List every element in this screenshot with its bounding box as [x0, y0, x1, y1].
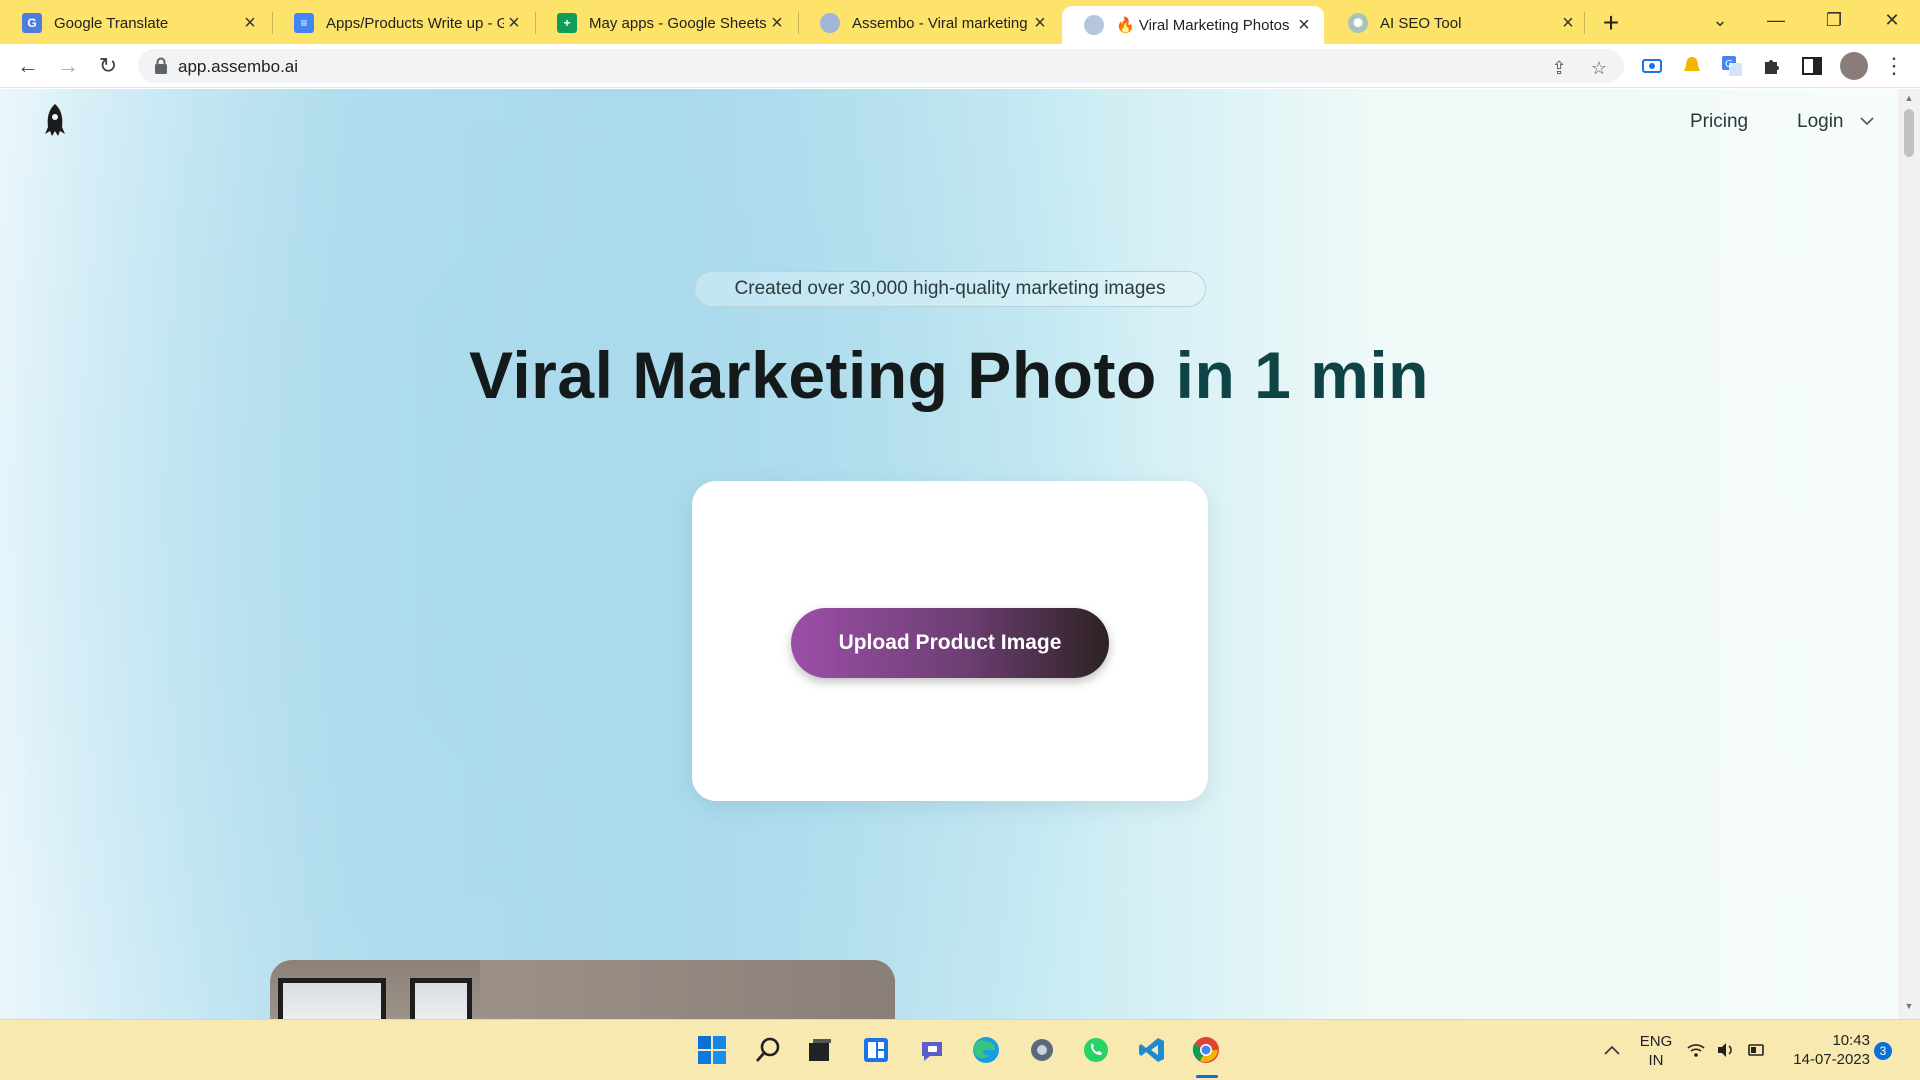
window-frame [410, 978, 472, 1019]
chrome-icon[interactable] [1190, 1034, 1222, 1066]
share-icon[interactable]: ⇪ [1548, 57, 1570, 79]
search-icon[interactable] [752, 1034, 784, 1066]
page-headline: Viral Marketing Photo in 1 min [0, 337, 1898, 413]
side-panel-icon[interactable] [1800, 54, 1824, 78]
extensions-puzzle-icon[interactable] [1760, 54, 1784, 78]
address-bar[interactable]: app.assembo.ai ⇪ ☆ [138, 49, 1624, 83]
back-arrow-icon[interactable]: ← [14, 52, 42, 80]
google-docs-icon: ≡ [294, 13, 314, 33]
vscode-icon[interactable] [1136, 1034, 1168, 1066]
tab-label: May apps - Google Sheets [589, 14, 767, 32]
screen-capture-extension-icon[interactable] [1640, 54, 1664, 78]
svg-text:G: G [1725, 59, 1733, 70]
browser-toolbar: ← → ↻ app.assembo.ai ⇪ ☆ G ⋮ [0, 44, 1920, 88]
url-text[interactable]: app.assembo.ai [178, 57, 298, 77]
profile-avatar[interactable] [1840, 52, 1868, 80]
tab-may-apps-google-sheets[interactable]: + May apps - Google Sheets × [535, 6, 797, 40]
clock-date: 14-07-2023 [1793, 1051, 1870, 1068]
close-icon[interactable]: × [1030, 12, 1050, 34]
headline-main: Viral Marketing Photo [469, 338, 1157, 412]
close-icon[interactable]: × [240, 12, 260, 34]
assembo-icon [1084, 15, 1104, 35]
close-icon[interactable]: × [504, 12, 524, 34]
page-scrollbar[interactable]: ▲ ▼ [1898, 89, 1920, 1019]
scrollbar-thumb[interactable] [1904, 109, 1914, 157]
scroll-up-arrow-icon[interactable]: ▲ [1903, 93, 1915, 105]
tab-label: 🔥 Viral Marketing Photos | [1116, 17, 1294, 34]
notification-extension-icon[interactable] [1680, 54, 1704, 78]
tab-label: Apps/Products Write up - G [326, 14, 504, 32]
assembo-rocket-logo-icon[interactable] [44, 103, 66, 137]
windows-start-icon[interactable] [696, 1034, 728, 1066]
stats-badge: Created over 30,000 high-quality marketi… [694, 271, 1206, 307]
restore-icon[interactable]: ❐ [1814, 0, 1854, 40]
teams-chat-icon[interactable] [916, 1034, 948, 1066]
wifi-icon[interactable] [1684, 1034, 1708, 1066]
forward-arrow-icon[interactable]: → [54, 52, 82, 80]
tab-label: AI SEO Tool [1380, 14, 1462, 32]
close-icon[interactable]: × [767, 12, 787, 34]
close-window-icon[interactable]: ✕ [1872, 0, 1912, 40]
tab-viral-marketing-photos[interactable]: 🔥 Viral Marketing Photos | × [1062, 6, 1324, 44]
system-clock[interactable]: 10:43 14-07-2023 [1782, 1031, 1870, 1069]
tab-label: Assembo - Viral marketing [852, 14, 1028, 32]
settings-gear-icon[interactable] [1026, 1034, 1058, 1066]
tab-assembo-viral-marketing[interactable]: Assembo - Viral marketing × [798, 6, 1060, 40]
tab-google-translate[interactable]: G Google Translate × [0, 6, 270, 40]
tab-divider [1584, 12, 1585, 34]
edge-browser-icon[interactable] [970, 1034, 1002, 1066]
tab-apps-products-write-up[interactable]: ≡ Apps/Products Write up - G × [272, 6, 534, 40]
region-code: IN [1648, 1052, 1664, 1069]
active-app-indicator [1196, 1075, 1218, 1078]
scroll-down-arrow-icon[interactable]: ▼ [1903, 1001, 1915, 1013]
page-content: Pricing Login Created over 30,000 high-q… [0, 89, 1898, 1019]
google-translate-icon: G [22, 13, 42, 33]
close-icon[interactable]: × [1558, 12, 1578, 34]
headline-accent: in 1 min [1156, 338, 1429, 412]
browser-tab-strip: G Google Translate × ≡ Apps/Products Wri… [0, 0, 1920, 44]
minimize-icon[interactable]: — [1756, 0, 1796, 40]
clock-time: 10:43 [1832, 1032, 1870, 1049]
upload-product-image-button[interactable]: Upload Product Image [791, 608, 1109, 678]
whatsapp-icon[interactable] [1080, 1034, 1112, 1066]
language-code: ENG [1639, 1033, 1673, 1050]
task-view-icon[interactable] [804, 1034, 836, 1066]
example-room-photo [270, 960, 895, 1019]
windows-taskbar: ENG IN 10:43 14-07-2023 3 [0, 1019, 1920, 1080]
volume-icon[interactable] [1714, 1034, 1738, 1066]
nav-login-link[interactable]: Login [1797, 111, 1844, 133]
tab-search-chevron-icon[interactable]: ⌄ [1700, 0, 1740, 40]
room-wall [480, 960, 895, 1019]
google-sheets-icon: + [557, 13, 577, 33]
google-translate-extension-icon[interactable]: G [1720, 54, 1744, 78]
nav-pricing-link[interactable]: Pricing [1690, 111, 1748, 133]
upload-card: Upload Product Image [692, 481, 1208, 801]
window-frame [278, 978, 386, 1019]
bookmark-star-icon[interactable]: ☆ [1588, 57, 1610, 79]
tab-label: Google Translate [54, 14, 169, 32]
more-menu-icon[interactable]: ⋮ [1880, 52, 1908, 80]
new-tab-button[interactable]: + [1596, 7, 1626, 38]
battery-icon[interactable] [1744, 1034, 1768, 1066]
close-icon[interactable]: × [1294, 14, 1314, 36]
openai-icon: ✺ [1348, 13, 1368, 33]
assembo-icon [820, 13, 840, 33]
reload-icon[interactable]: ↻ [94, 52, 122, 80]
tab-ai-seo-tool[interactable]: ✺ AI SEO Tool × [1326, 6, 1588, 40]
lock-icon [155, 57, 167, 74]
notification-count-badge[interactable]: 3 [1874, 1042, 1892, 1060]
widgets-icon[interactable] [860, 1034, 892, 1066]
show-hidden-icons-chevron-icon[interactable] [1596, 1034, 1628, 1066]
chevron-down-icon[interactable] [1860, 117, 1874, 126]
language-indicator[interactable]: ENG IN [1636, 1032, 1676, 1070]
